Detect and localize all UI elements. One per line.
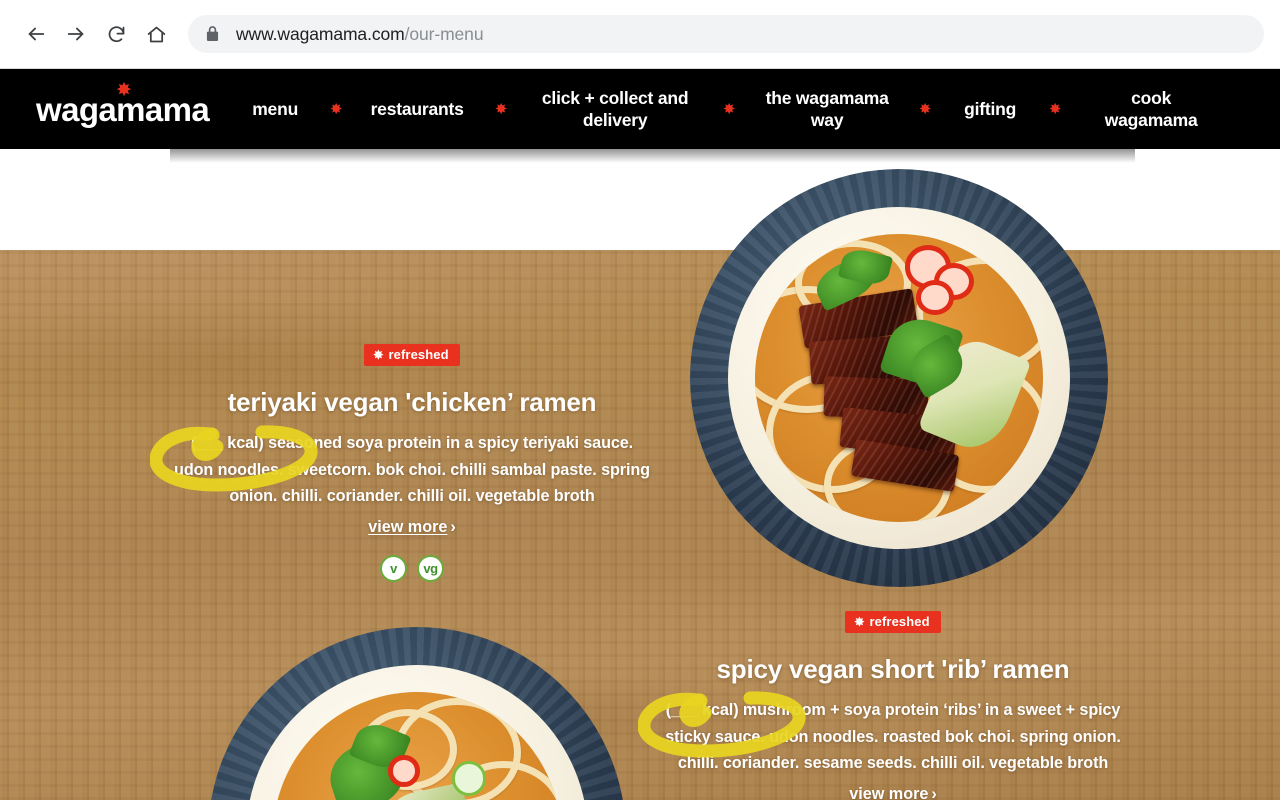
nav-item-cook-wagamama[interactable]: cook wagamama [1083,87,1219,132]
nav-item-click-collect-delivery[interactable]: click + collect and delivery [529,87,701,132]
nav-separator-star-icon: ✸ [918,100,932,118]
reload-icon[interactable] [96,14,136,54]
white-background-band [0,149,1280,250]
badge-star-icon: ✸ [373,347,384,362]
url-text: www.wagamama.com/our-menu [236,23,484,45]
view-more-link[interactable]: view more › [368,518,456,537]
view-more-link[interactable]: view more › [849,785,937,800]
diet-tag-row: v vg [170,555,654,583]
url-domain: www.wagamama.com [236,23,405,44]
forward-icon[interactable] [56,14,96,54]
dish-title: teriyaki vegan 'chicken’ ramen [227,387,597,417]
dish-description: (___ kcal) mushroom + soya protein ‘ribs… [665,701,1121,772]
refreshed-badge: ✸ refreshed [845,611,941,633]
url-path: /our-menu [404,23,484,44]
nav-item-gifting[interactable]: gifting [953,98,1027,120]
nav-separator-star-icon: ✸ [494,100,508,118]
badge-label: refreshed [869,614,930,629]
nav-separator-star-icon: ✸ [722,100,736,118]
nav-separator-star-icon: ✸ [1048,100,1062,118]
diet-tag-vegetarian[interactable]: v [380,555,407,583]
chevron-right-icon: › [450,518,456,537]
dish-title: spicy vegan short 'rib’ ramen [716,654,1070,684]
wagamama-logo[interactable]: wagamama ✸ [36,81,210,126]
nav-separator-star-icon: ✸ [329,100,343,118]
badge-star-icon: ✸ [854,614,865,629]
dish-card-spicy-vegan-short-rib-ramen: ✸ refreshed spicy vegan short 'rib’ rame… [651,611,1135,800]
address-bar[interactable]: www.wagamama.com/our-menu [188,15,1264,53]
nav-item-menu[interactable]: menu [239,98,311,120]
view-more-label: view more [368,518,448,537]
logo-star-icon: ✸ [116,79,132,101]
chevron-right-icon: › [931,785,937,800]
menu-page: ✸ refreshed teriyaki vegan 'chicken’ ram… [0,149,1280,800]
view-more-label: view more [849,785,929,800]
nav-item-the-wagamama-way[interactable]: the wagamama way [757,87,897,132]
dish-image-teriyaki-vegan-chicken-ramen [690,169,1108,587]
back-icon[interactable] [16,14,56,54]
dish-description: (___ kcal) seasoned soya protein in a sp… [174,434,650,505]
main-navigation: menu ✸ restaurants ✸ click + collect and… [239,69,1280,149]
lock-icon [206,26,219,42]
home-icon[interactable] [136,14,176,54]
badge-label: refreshed [388,347,449,362]
dish-card-teriyaki-vegan-chicken-ramen: ✸ refreshed teriyaki vegan 'chicken’ ram… [170,344,654,583]
diet-tag-vegan[interactable]: vg [417,555,444,583]
site-header: wagamama ✸ menu ✸ restaurants ✸ click + … [0,69,1280,149]
nav-item-restaurants[interactable]: restaurants [361,98,473,120]
browser-toolbar: www.wagamama.com/our-menu [0,0,1280,69]
bowl-broth [754,233,1044,523]
refreshed-badge: ✸ refreshed [364,344,460,366]
